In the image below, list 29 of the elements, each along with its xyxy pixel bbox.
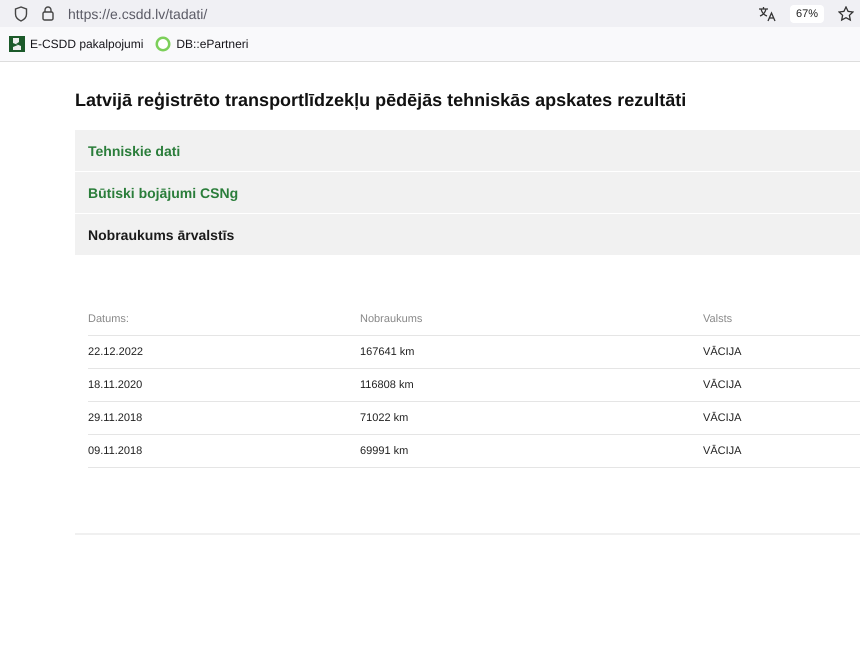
accordion-header[interactable]: Nobraukums ārvalstīs — [75, 214, 860, 255]
logo-icon — [9, 36, 25, 52]
lock-icon[interactable] — [42, 6, 54, 21]
table-cell-text: 116808 km — [360, 379, 415, 391]
address-field[interactable]: https://e.csdd.lv/tadati/ — [68, 6, 744, 22]
table-cell-text: 167641 km — [360, 346, 416, 358]
table-cell-text: 09.11.2018 — [88, 445, 144, 457]
logo-icon — [155, 36, 172, 52]
table-cell-text: 69991 km — [360, 445, 410, 457]
table-cell-text: VĀCIJA — [703, 346, 743, 358]
bookmark[interactable]: E-CSDD pakalpojumi — [9, 36, 144, 52]
zoom-level[interactable]: 67% — [790, 4, 824, 22]
star-icon[interactable] — [838, 6, 854, 22]
table-cell-text: 18.11.2020 — [88, 379, 144, 391]
shield-icon[interactable] — [14, 6, 28, 22]
translate-icon[interactable] — [758, 6, 776, 22]
accordion-header[interactable]: Būtiski bojājumi CSNg — [75, 172, 860, 213]
table-cell-text: 71022 km — [360, 412, 410, 424]
table-cell-text: VĀCIJA — [703, 445, 743, 457]
table-cell-text: 29.11.2018 — [88, 412, 144, 424]
bookmark[interactable]: DB::ePartneri — [155, 36, 248, 52]
column-header: Nobraukums — [360, 313, 424, 325]
table-cell-text: 22.12.2022 — [88, 346, 144, 358]
accordion-header[interactable]: Tehniskie dati — [75, 130, 860, 171]
column-header: Datums: — [88, 313, 130, 325]
table-cell-text: VĀCIJA — [703, 412, 743, 424]
table-cell-text: VĀCIJA — [703, 379, 743, 391]
page-title: Latvijā reģistrēto transportlīdzekļu pēdējās tehniskās apskates rezultāti — [75, 90, 688, 111]
column-header: Valsts — [703, 313, 734, 325]
